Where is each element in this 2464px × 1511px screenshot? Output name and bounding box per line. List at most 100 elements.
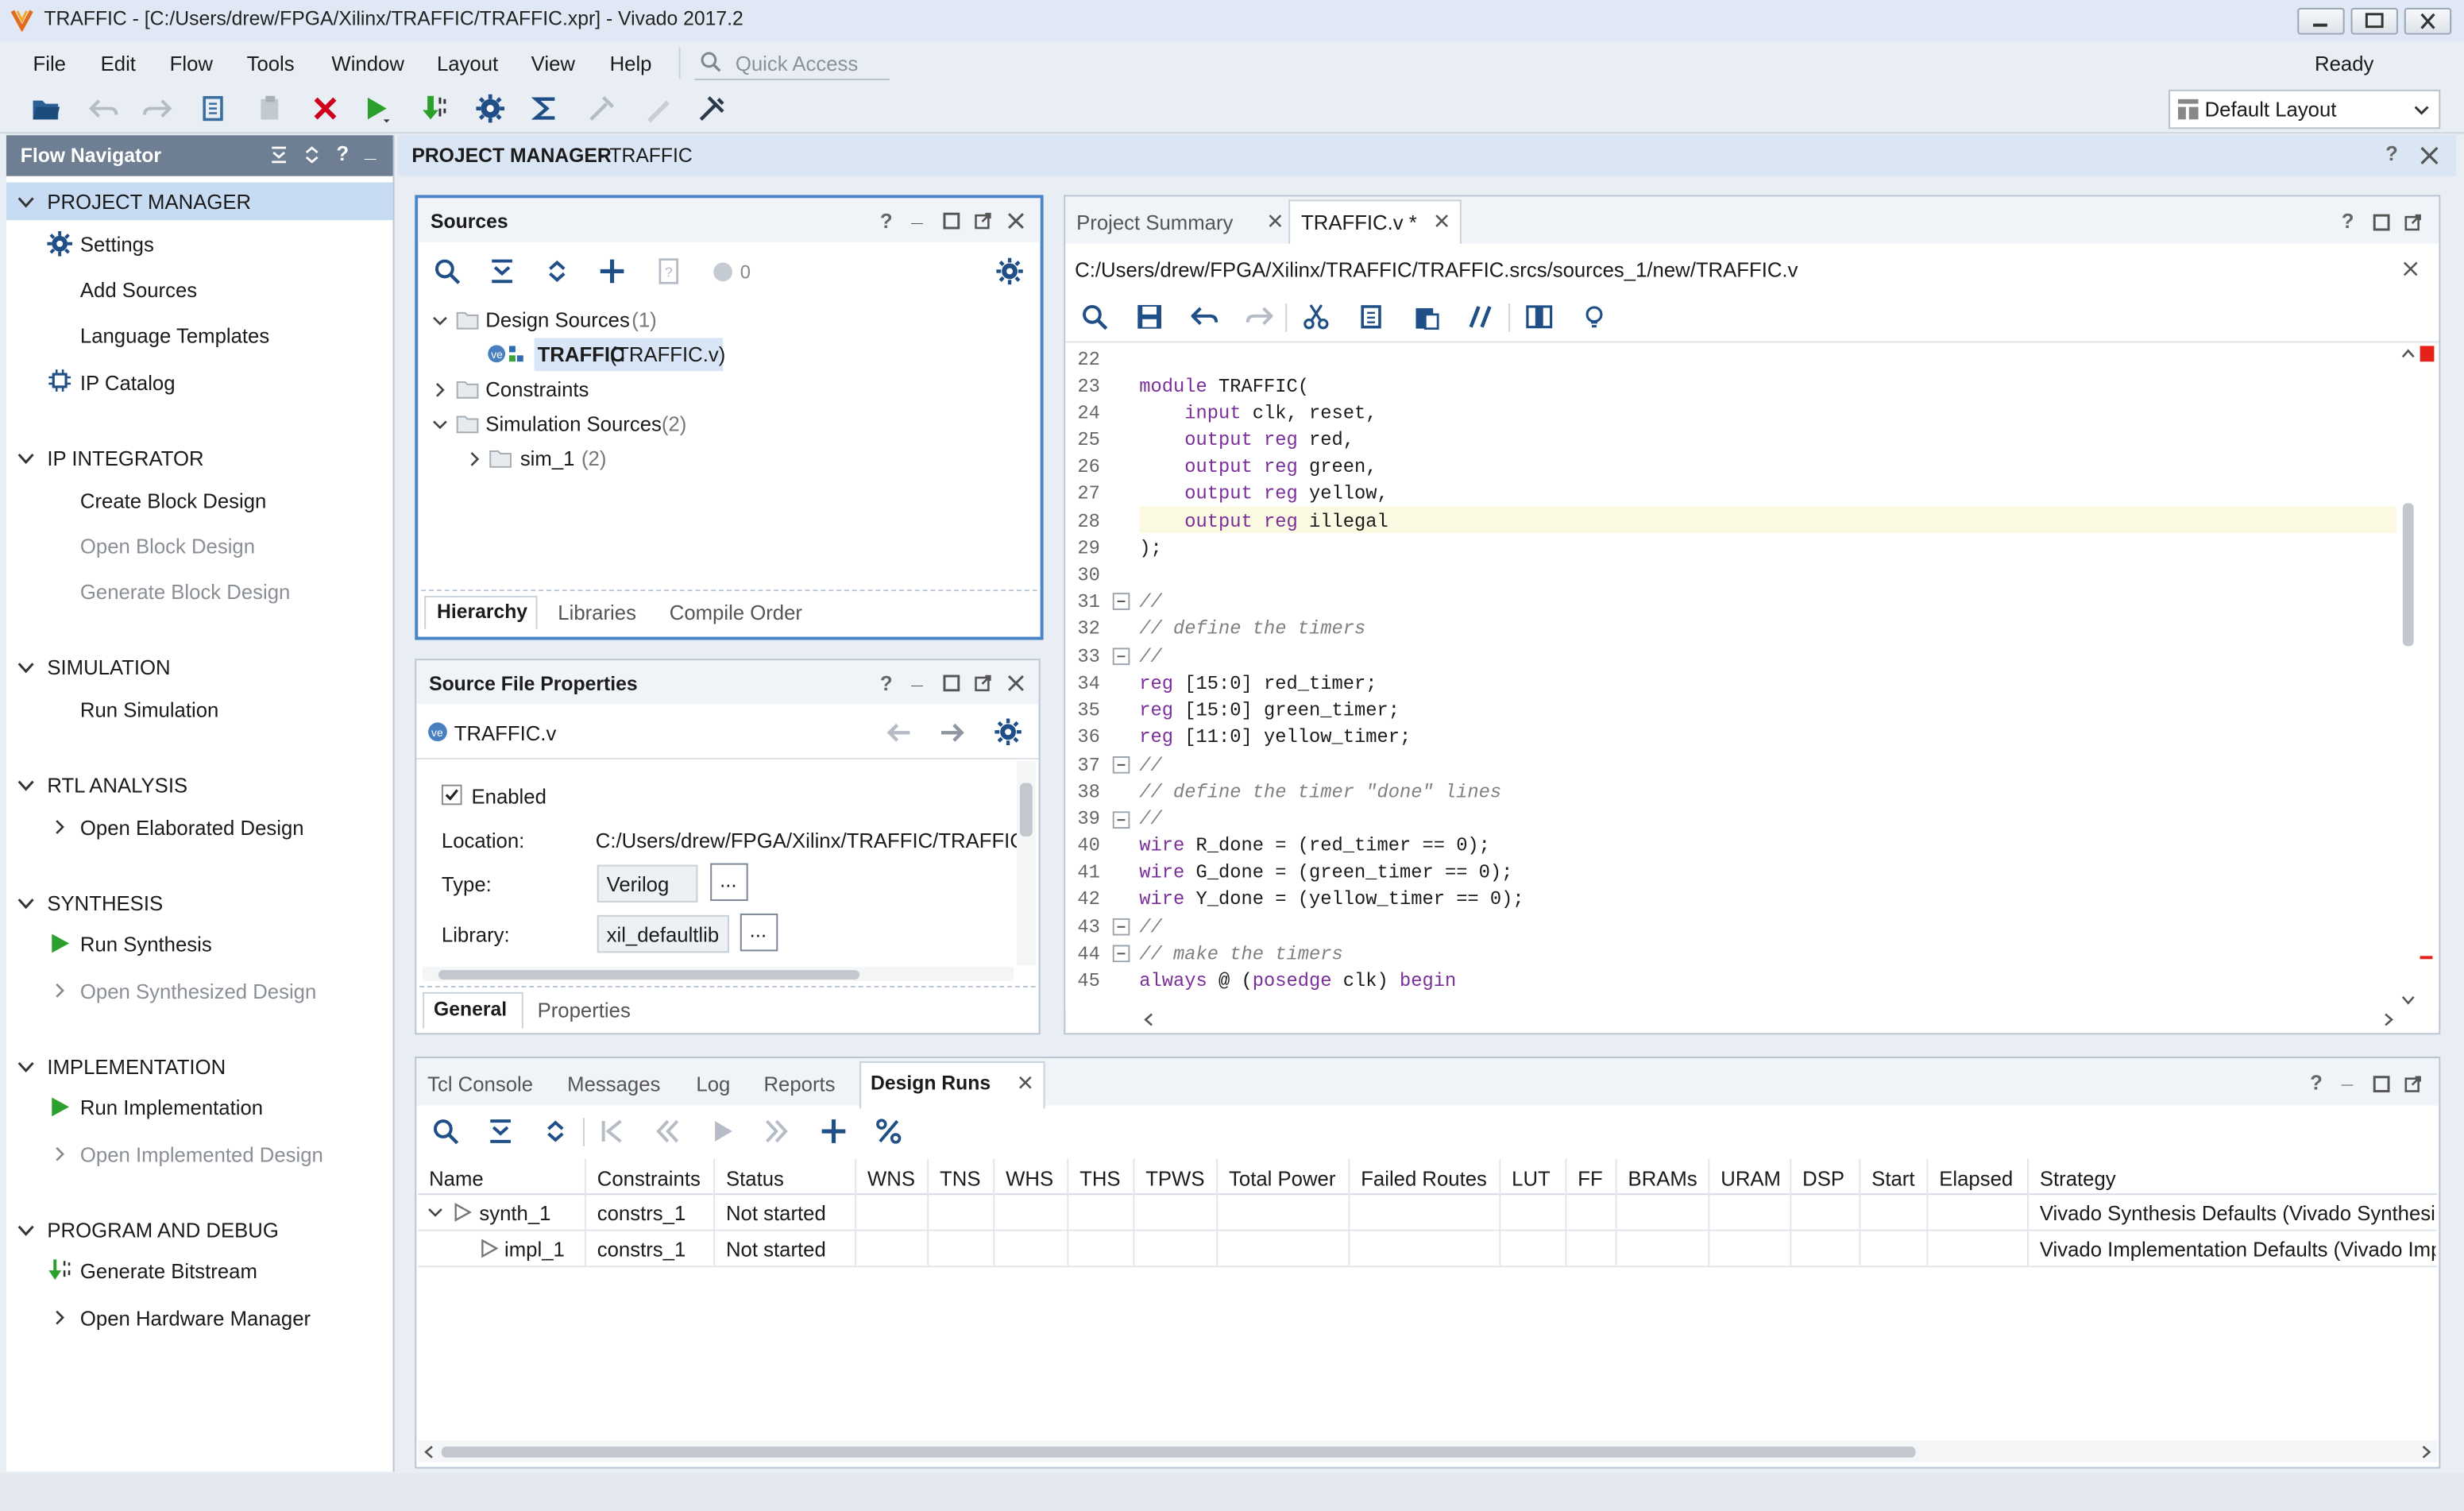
chevron-down-icon[interactable] (17, 659, 35, 676)
tab-libraries[interactable]: Libraries (558, 601, 636, 624)
nav-item-open-block-design[interactable]: Open Block Design (80, 535, 255, 558)
col-brams[interactable]: BRAMs (1628, 1167, 1697, 1191)
nav-item-run-implementation[interactable]: Run Implementation (80, 1096, 263, 1119)
search-icon[interactable] (1081, 303, 1108, 330)
nav-item-open-implemented-design[interactable]: Open Implemented Design (80, 1143, 323, 1167)
fold-icon[interactable] (1112, 811, 1130, 829)
error-marker[interactable] (2420, 346, 2435, 362)
menu-window[interactable]: Window (331, 52, 404, 75)
fold-icon[interactable] (1112, 647, 1130, 666)
lightbulb-icon[interactable] (1581, 303, 1608, 330)
col-total-power[interactable]: Total Power (1229, 1167, 1335, 1191)
copy-icon[interactable] (198, 93, 230, 125)
nav-item-generate-block-design[interactable]: Generate Block Design (80, 580, 290, 604)
col-name[interactable]: Name (429, 1167, 484, 1191)
nav-item-create-block-design[interactable]: Create Block Design (80, 489, 266, 513)
menu-edit[interactable]: Edit (101, 52, 136, 75)
float-icon[interactable] (2404, 214, 2422, 231)
minimize-button[interactable] (2297, 7, 2345, 35)
col-wns[interactable]: WNS (867, 1167, 915, 1191)
tree-simulation-sources[interactable]: Simulation Sources (485, 412, 662, 436)
close-icon[interactable] (1007, 674, 1025, 692)
chevron-down-icon[interactable] (17, 193, 35, 211)
tree-design-sources[interactable]: Design Sources (485, 308, 630, 332)
chevron-right-icon[interactable] (2381, 1013, 2395, 1027)
forward-arrow-icon[interactable] (940, 720, 965, 745)
gear-icon[interactable] (996, 257, 1023, 285)
nav-item-run-simulation[interactable]: Run Simulation (80, 698, 218, 722)
chevron-down-icon[interactable] (17, 450, 35, 467)
cut-icon[interactable] (1303, 303, 1330, 330)
col-dsp[interactable]: DSP (1802, 1167, 1844, 1191)
close-window-button[interactable] (2404, 7, 2452, 35)
tree-sim-1[interactable]: sim_1 (520, 446, 575, 470)
help-icon[interactable]: ? (880, 209, 893, 233)
expand-all-icon[interactable] (543, 258, 570, 285)
minimize-icon[interactable]: _ (911, 665, 922, 689)
chevron-down-icon[interactable] (17, 1222, 35, 1239)
horizontal-scrollbar-thumb[interactable] (441, 1446, 1916, 1458)
chevron-down-icon[interactable] (432, 313, 448, 329)
paste-icon[interactable] (1413, 303, 1440, 330)
nav-section-label[interactable]: IP INTEGRATOR (47, 446, 203, 470)
error-stripe[interactable] (2420, 956, 2433, 960)
expand-all-icon[interactable] (302, 145, 322, 165)
back-arrow-icon[interactable] (886, 720, 912, 745)
layout-select[interactable]: Default Layout (2169, 89, 2441, 129)
float-icon[interactable] (975, 212, 992, 230)
col-start[interactable]: Start (1871, 1167, 1914, 1191)
sigma-report-icon[interactable] (530, 93, 562, 125)
menu-help[interactable]: Help (610, 52, 652, 75)
search-icon[interactable] (434, 258, 461, 285)
edit-disabled-icon[interactable] (643, 93, 674, 125)
fold-icon[interactable] (1112, 593, 1130, 610)
col-failed-routes[interactable]: Failed Routes (1361, 1167, 1487, 1191)
unknown-file-icon[interactable]: ? (655, 258, 682, 285)
fold-icon[interactable] (1112, 756, 1130, 774)
menu-tools[interactable]: Tools (247, 52, 295, 75)
col-whs[interactable]: WHS (1006, 1167, 1053, 1191)
chevron-left-icon[interactable] (423, 1445, 437, 1459)
nav-section-label[interactable]: PROGRAM AND DEBUG (47, 1219, 279, 1242)
menu-flow[interactable]: Flow (170, 52, 213, 75)
chevron-down-icon[interactable] (17, 1058, 35, 1076)
chevron-down-icon[interactable] (2401, 992, 2416, 1007)
chevron-down-icon[interactable] (17, 777, 35, 794)
nav-item-add-sources[interactable]: Add Sources (80, 278, 197, 302)
settings-gear-icon[interactable] (474, 93, 506, 125)
help-icon[interactable]: ? (2342, 209, 2354, 233)
nav-item-generate-bitstream[interactable]: Generate Bitstream (80, 1259, 257, 1283)
chevron-up-icon[interactable] (2401, 347, 2416, 361)
run-icon[interactable] (360, 93, 392, 125)
chevron-down-icon[interactable] (17, 895, 35, 912)
chevron-right-icon[interactable] (467, 451, 483, 467)
horizontal-scrollbar-thumb[interactable] (438, 970, 860, 980)
nav-section-label[interactable]: SIMULATION (47, 655, 170, 679)
fold-icon[interactable] (1112, 918, 1130, 936)
chevron-right-icon[interactable] (52, 1146, 68, 1162)
minimize-icon[interactable]: _ (911, 203, 922, 226)
chevron-right-icon[interactable] (2419, 1445, 2433, 1459)
tab-project-summary[interactable]: Project Summary (1076, 211, 1233, 234)
col-lut[interactable]: LUT (1512, 1167, 1551, 1191)
col-constraints[interactable]: Constraints (597, 1167, 701, 1191)
comment-toggle-icon[interactable] (1468, 303, 1495, 330)
col-elapsed[interactable]: Elapsed (1939, 1167, 2013, 1191)
menu-layout[interactable]: Layout (437, 52, 498, 75)
maximize-icon[interactable] (2373, 214, 2390, 231)
copy-icon[interactable] (1358, 303, 1385, 330)
nav-item-language-templates[interactable]: Language Templates (80, 324, 269, 348)
maximize-icon[interactable] (943, 674, 960, 692)
tab-compile-order[interactable]: Compile Order (670, 601, 802, 624)
minimize-panel-icon[interactable]: _ (365, 138, 376, 162)
vertical-scrollbar[interactable] (2399, 342, 2419, 1010)
col-uram[interactable]: URAM (1721, 1167, 1781, 1191)
cancel-icon[interactable] (310, 93, 342, 125)
open-project-icon[interactable] (30, 93, 62, 125)
chevron-right-icon[interactable] (52, 819, 68, 835)
tool-disabled-icon[interactable] (586, 93, 618, 125)
tree-constraints[interactable]: Constraints (485, 377, 589, 401)
paste-icon[interactable] (254, 93, 286, 125)
col-status[interactable]: Status (726, 1167, 784, 1191)
horizontal-scrollbar[interactable] (1139, 1009, 2396, 1030)
